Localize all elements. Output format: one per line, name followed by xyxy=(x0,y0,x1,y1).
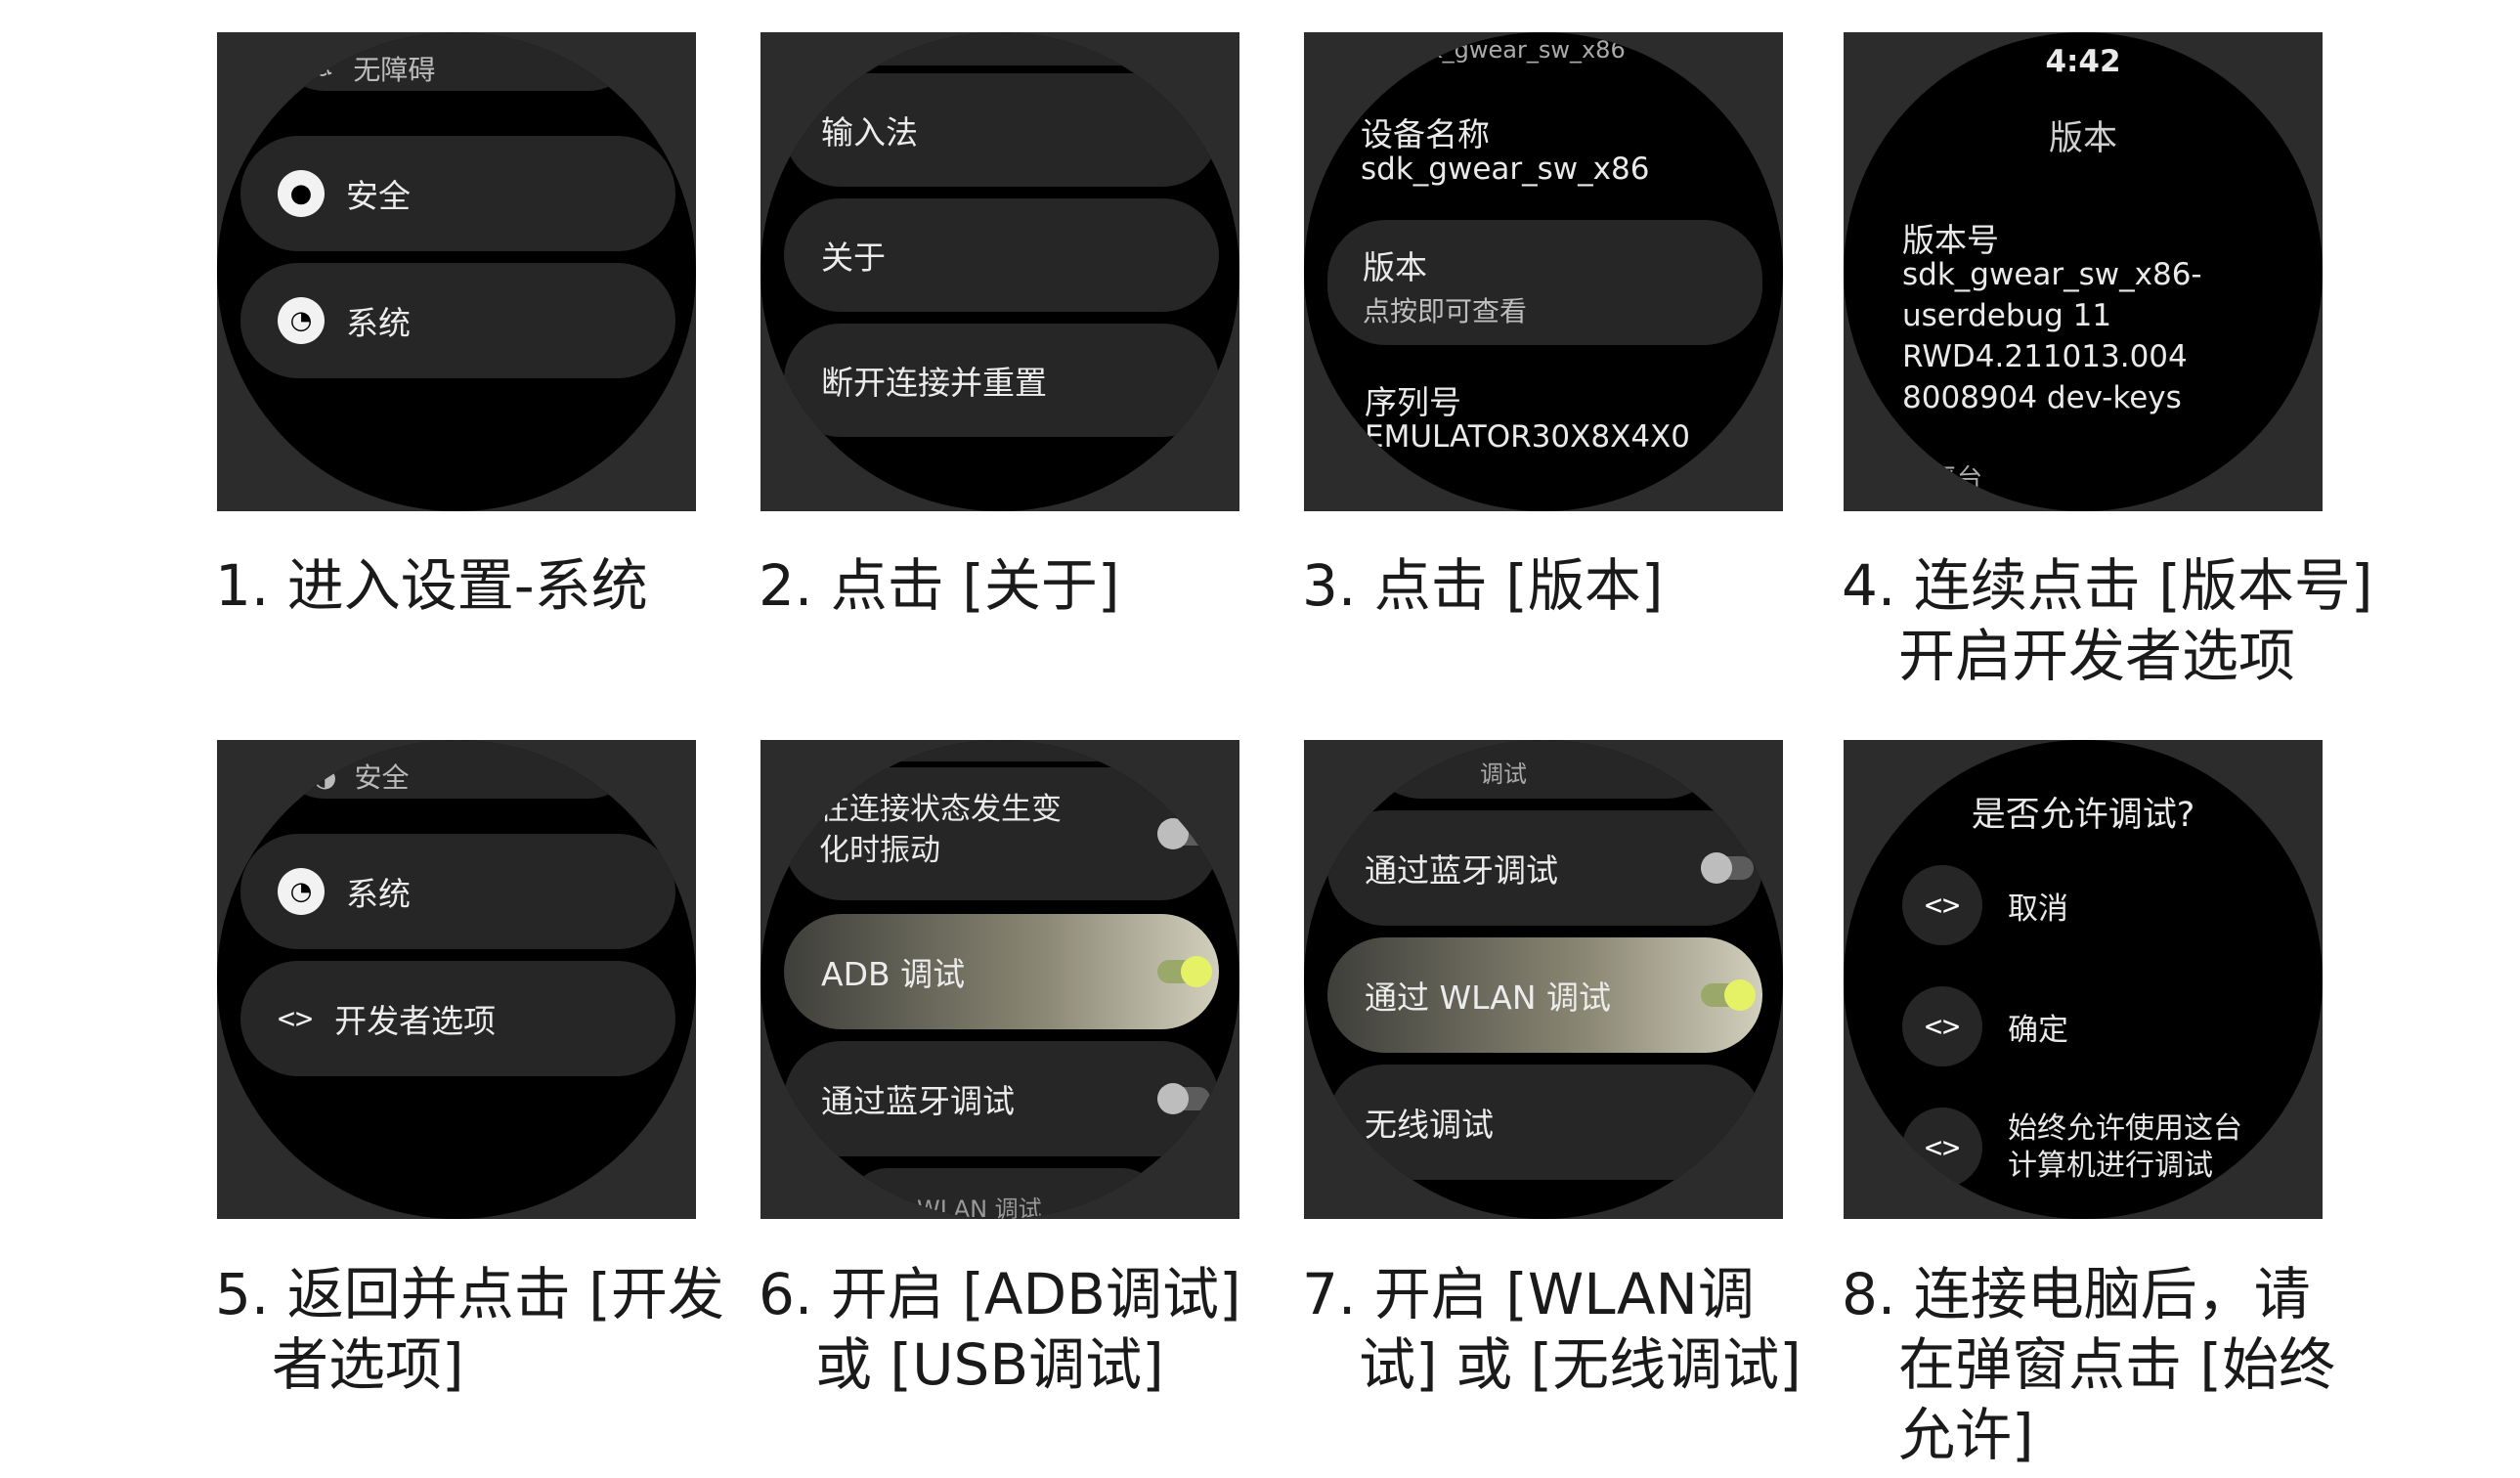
clock-icon: ◔ xyxy=(278,297,325,344)
menu-item-security[interactable]: ● 安全 xyxy=(240,136,675,251)
screen-1-settings: ♿ 无障碍 ● 安全 ◔ 系统 xyxy=(217,32,696,511)
status-time: 4:42 xyxy=(2045,44,2121,79)
code-brackets-icon: <> xyxy=(278,1001,314,1036)
watch-face: 输入法 关于 断开连接并重置 xyxy=(760,32,1239,511)
menu-item-security[interactable]: ◑ 安全 xyxy=(276,740,637,799)
accessibility-icon: ♿ xyxy=(313,54,336,83)
toggle-switch[interactable] xyxy=(1701,852,1754,884)
dialog-option-confirm[interactable]: <> 确定 xyxy=(1902,986,2068,1066)
toggle-switch[interactable] xyxy=(1157,956,1212,987)
device-name-title: 设备名称 xyxy=(1361,115,1490,153)
menu-item-wlan-debugging[interactable]: WLAN 调试 xyxy=(848,1168,1161,1219)
dialog-option-cancel[interactable]: <> 取消 xyxy=(1902,865,2068,945)
menu-item-input-method[interactable]: 输入法 xyxy=(784,73,1219,187)
screen-4-version: 4:42 版本 版本号 sdk_gwear_sw_x86- userdebug … xyxy=(1844,32,2323,511)
partial-text: sdk_gwear_sw_x86 xyxy=(1402,36,1626,64)
serial-value: EMULATOR30X8X4X0 xyxy=(1365,419,1691,455)
menu-item-disconnect-reset[interactable]: 断开连接并重置 xyxy=(784,324,1219,437)
screen-6-developer: 在连接状态发生变 化时振动 ADB 调试 通过蓝牙调试 WLAN 调试 xyxy=(760,740,1239,1219)
menu-item-label: WLAN 调试 xyxy=(917,1195,1042,1219)
menu-item-partial xyxy=(800,740,1200,761)
menu-item-label: 在连接状态发生变 化时振动 xyxy=(819,792,1062,868)
screen-8-allow-debugging-dialog: 是否允许调试? <> 取消 <> 确定 <> 始终允许使用这台 计算机进行调试 xyxy=(1844,740,2323,1219)
menu-item-label: 无线调试 xyxy=(1365,1106,1494,1144)
menu-item-label: 通过蓝牙调试 xyxy=(821,1082,1015,1120)
caption-step-1: 1. 进入设置-系统 xyxy=(215,552,648,619)
menu-item-label: 安全 xyxy=(346,177,411,215)
caption-step-2: 2. 点击 [关于] xyxy=(759,552,1120,619)
version-title: 版本 xyxy=(1363,248,1427,286)
option-label: 取消 xyxy=(2008,891,2068,927)
menu-item-label: ADB 调试 xyxy=(821,955,966,993)
menu-item-about[interactable]: 关于 xyxy=(784,198,1219,312)
menu-item-vibrate[interactable]: 在连接状态发生变 化时振动 xyxy=(784,767,1219,900)
device-name-value: sdk_gwear_sw_x86 xyxy=(1361,152,1650,187)
watch-face: ♿ 无障碍 ● 安全 ◔ 系统 xyxy=(217,32,696,511)
caption-step-3: 3. 点击 [版本] xyxy=(1302,552,1664,619)
menu-item-wireless-debugging[interactable]: 无线调试 xyxy=(1327,1065,1762,1180)
menu-item-label: 关于 xyxy=(821,239,886,277)
menu-item-label: 安全 xyxy=(354,761,410,794)
menu-item-system[interactable]: ◔ 系统 xyxy=(240,834,675,949)
build-number-title[interactable]: 版本号 xyxy=(1902,214,1999,261)
partial-text: 平台 xyxy=(1932,464,1983,494)
menu-item-adb-debugging[interactable]: ADB 调试 xyxy=(784,914,1219,1029)
toggle-switch[interactable] xyxy=(1701,979,1756,1011)
menu-item-label: 调试 xyxy=(1480,760,1527,788)
watch-face: ◑ 安全 ◔ 系统 <> 开发者选项 xyxy=(217,740,696,1219)
menu-item-developer-options[interactable]: <> 开发者选项 xyxy=(240,961,675,1076)
menu-item-wlan-debugging[interactable]: 通过 WLAN 调试 xyxy=(1327,937,1762,1053)
menu-item-label: 通过蓝牙调试 xyxy=(1365,851,1558,890)
watch-face: sdk_gwear_sw_x86 设备名称 sdk_gwear_sw_x86 版… xyxy=(1304,32,1783,511)
version-subtitle: 点按即可查看 xyxy=(1363,295,1528,327)
dialog-option-always-allow[interactable]: <> 始终允许使用这台 计算机进行调试 xyxy=(1902,1108,2242,1188)
menu-item-bluetooth-debugging[interactable]: 通过蓝牙调试 xyxy=(784,1041,1219,1156)
menu-item-label: 系统 xyxy=(346,304,411,342)
person-icon: ● xyxy=(278,170,325,217)
option-label: 始终允许使用这台 计算机进行调试 xyxy=(2008,1111,2242,1183)
watch-face: 调试 通过蓝牙调试 通过 WLAN 调试 无线调试 xyxy=(1304,740,1783,1219)
watch-face: 是否允许调试? <> 取消 <> 确定 <> 始终允许使用这台 计算机进行调试 xyxy=(1844,740,2323,1219)
caption-step-4: 4. 连续点击 [版本号] 开启开发者选项 xyxy=(1842,552,2373,689)
watch-face: 在连接状态发生变 化时振动 ADB 调试 通过蓝牙调试 WLAN 调试 xyxy=(760,740,1239,1219)
code-brackets-icon: <> xyxy=(1902,1108,1982,1188)
build-line: userdebug 11 xyxy=(1902,298,2112,333)
build-line: sdk_gwear_sw_x86- xyxy=(1902,257,2202,292)
person-icon: ◑ xyxy=(313,760,337,793)
menu-item-system[interactable]: ◔ 系统 xyxy=(240,263,675,378)
screen-7-developer-wlan: 调试 通过蓝牙调试 通过 WLAN 调试 无线调试 xyxy=(1304,740,1783,1219)
build-line: RWD4.211013.004 xyxy=(1902,339,2188,374)
code-brackets-icon: <> xyxy=(1902,986,1982,1066)
caption-step-8: 8. 连接电脑后，请 在弹窗点击 [始终 允许] xyxy=(1842,1261,2336,1468)
menu-item-label: 断开连接并重置 xyxy=(821,364,1047,402)
menu-item-label: 开发者选项 xyxy=(334,1002,497,1040)
serial-title: 序列号 xyxy=(1365,383,1461,421)
caption-step-5: 5. 返回并点击 [开发 者选项] xyxy=(215,1261,724,1398)
build-line: 8008904 dev-keys xyxy=(1902,380,2182,415)
caption-step-7: 7. 开启 [WLAN调 试] 或 [无线调试] xyxy=(1302,1261,1802,1398)
menu-item-label: 无障碍 xyxy=(353,54,436,86)
menu-item-label: 系统 xyxy=(346,875,411,913)
screen-2-system: 输入法 关于 断开连接并重置 xyxy=(760,32,1239,511)
watch-face: 4:42 版本 版本号 sdk_gwear_sw_x86- userdebug … xyxy=(1844,32,2323,511)
menu-item-partial xyxy=(800,32,1200,65)
toggle-switch[interactable] xyxy=(1157,1083,1210,1114)
menu-item-version[interactable]: 版本 点按即可查看 xyxy=(1327,220,1762,345)
menu-item-accessibility[interactable]: ♿ 无障碍 xyxy=(276,32,637,91)
menu-item-partial: 调试 xyxy=(1363,740,1724,799)
code-brackets-icon: <> xyxy=(1902,865,1982,945)
dialog-title: 是否允许调试? xyxy=(1971,796,2195,835)
screen-5-settings-dev: ◑ 安全 ◔ 系统 <> 开发者选项 xyxy=(217,740,696,1219)
clock-icon: ◔ xyxy=(278,868,325,915)
screen-3-about: sdk_gwear_sw_x86 设备名称 sdk_gwear_sw_x86 版… xyxy=(1304,32,1783,511)
screen-header: 版本 xyxy=(2048,119,2117,158)
menu-item-bluetooth-debugging[interactable]: 通过蓝牙调试 xyxy=(1327,810,1762,926)
menu-item-label: 输入法 xyxy=(821,113,918,152)
menu-item-label: 通过 WLAN 调试 xyxy=(1365,978,1612,1017)
caption-step-6: 6. 开启 [ADB调试] 或 [USB调试] xyxy=(759,1261,1241,1398)
option-label: 确定 xyxy=(2008,1012,2068,1048)
toggle-switch[interactable] xyxy=(1157,818,1210,849)
